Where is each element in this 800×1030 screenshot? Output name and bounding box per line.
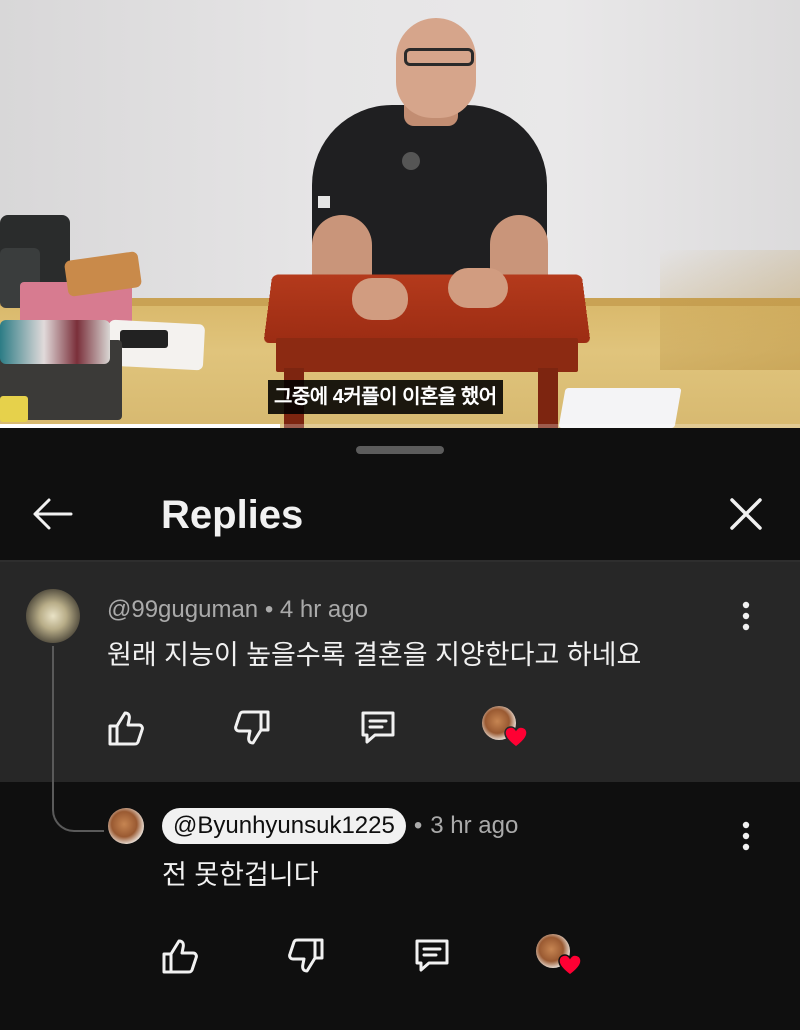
- person-glasses: [404, 48, 474, 66]
- video-player[interactable]: 그중에 4커플이 이혼을 했어: [0, 0, 800, 428]
- person-head: [396, 18, 476, 118]
- close-button[interactable]: [718, 486, 774, 542]
- sleeve-logo: [318, 196, 330, 208]
- meta-separator: •: [413, 812, 423, 839]
- replies-sheet: Replies @99guguman • 4 hr ago 원래 지능이 높을수…: [0, 428, 800, 1030]
- papers: [558, 388, 682, 428]
- like-button[interactable]: [104, 706, 148, 750]
- avatar[interactable]: [108, 808, 144, 844]
- person-hand-left: [352, 278, 408, 320]
- arrow-left-icon: [33, 498, 73, 530]
- creator-heart-badge: [482, 706, 528, 750]
- black-card: [120, 330, 168, 348]
- reply-button[interactable]: [356, 706, 400, 750]
- reply-icon: [415, 939, 449, 972]
- comment-actions: [104, 706, 528, 750]
- table-top: [263, 274, 591, 344]
- meta-separator: •: [264, 596, 274, 623]
- dislike-button[interactable]: [284, 934, 328, 978]
- table-leg-right: [538, 368, 558, 428]
- video-wall-corner: [660, 250, 800, 370]
- comment-actions: [158, 934, 582, 978]
- sheet-header: Replies: [0, 468, 800, 560]
- comment-meta: @Byunhyunsuk1225 • 3 hr ago: [162, 808, 518, 844]
- reply-button[interactable]: [410, 934, 454, 978]
- back-button[interactable]: [24, 486, 80, 542]
- comment-time: 3 hr ago: [430, 812, 519, 839]
- dislike-icon: [288, 938, 324, 973]
- more-options-button[interactable]: [726, 816, 766, 856]
- table-apron: [276, 338, 578, 372]
- comment-text: 원래 지능이 높을수록 결혼을 지양한다고 하네요: [107, 640, 642, 670]
- person-hand-right: [448, 268, 508, 308]
- bottles: [0, 320, 110, 364]
- creator-heart-badge: [536, 934, 582, 978]
- like-icon: [162, 939, 198, 974]
- comment-time: 4 hr ago: [279, 596, 368, 623]
- dislike-button[interactable]: [230, 706, 274, 750]
- video-subtitle: 그중에 4커플이 이혼을 했어: [268, 380, 503, 414]
- comment-meta: @99guguman • 4 hr ago: [107, 595, 368, 625]
- more-vert-icon: [742, 821, 750, 851]
- comment-author[interactable]: @99guguman: [107, 596, 258, 623]
- drag-handle[interactable]: [356, 446, 444, 454]
- yellow-item: [0, 396, 28, 422]
- avatar[interactable]: [26, 589, 80, 643]
- reply-icon: [361, 711, 395, 744]
- reply-comment: @Byunhyunsuk1225 • 3 hr ago 전 못한겁니다: [0, 782, 800, 1030]
- close-icon: [730, 498, 762, 530]
- like-button[interactable]: [158, 934, 202, 978]
- like-icon: [108, 711, 144, 746]
- sheet-title: Replies: [161, 493, 304, 537]
- creator-heart-icon: [558, 954, 582, 976]
- more-vert-icon: [742, 601, 750, 631]
- parent-comment: @99guguman • 4 hr ago 원래 지능이 높을수록 결혼을 지양…: [0, 562, 800, 782]
- thread-connector-line: [52, 646, 104, 832]
- more-options-button[interactable]: [726, 596, 766, 636]
- dislike-icon: [234, 710, 270, 745]
- comment-text: 전 못한겁니다: [162, 860, 319, 890]
- lapel-mic: [402, 152, 420, 170]
- comment-author[interactable]: @Byunhyunsuk1225: [162, 808, 406, 844]
- creator-heart-icon: [504, 726, 528, 748]
